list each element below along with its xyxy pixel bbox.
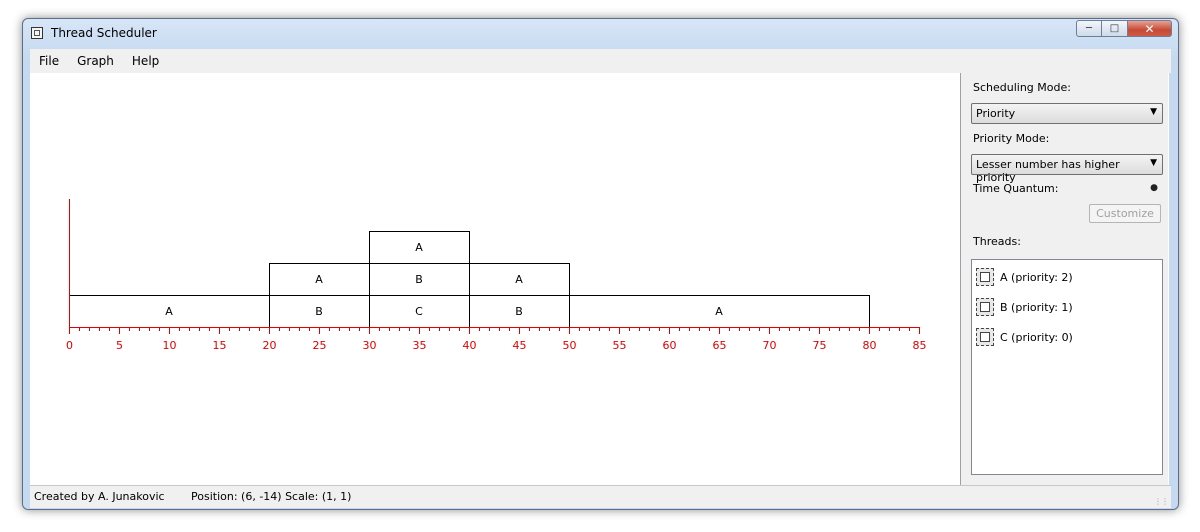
x-tick-label: 70 xyxy=(763,339,777,352)
gantt-block-label: A xyxy=(315,273,323,286)
resize-grip-icon[interactable]: ⋮⋮ xyxy=(1154,497,1169,506)
gantt-block-label: A xyxy=(415,241,423,254)
app-chip-icon xyxy=(31,27,43,39)
x-tick-label: 15 xyxy=(213,339,227,352)
x-tick-label: 60 xyxy=(663,339,677,352)
close-button[interactable]: ✕ xyxy=(1128,20,1172,37)
status-position-scale: Position: (6, -14) Scale: (1, 1) xyxy=(191,490,352,503)
thread-label: A (priority: 2) xyxy=(1000,270,1073,284)
status-bar: Created by A. Junakovic Position: (6, -1… xyxy=(30,485,1171,508)
x-tick-label: 75 xyxy=(813,339,827,352)
threads-list[interactable]: A (priority: 2) B (priority: 1) C (prior… xyxy=(971,259,1163,475)
maximize-icon: □ xyxy=(1109,23,1120,34)
settings-panel: Scheduling Mode: Priority ▼ Priority Mod… xyxy=(960,73,1168,485)
priority-mode-select[interactable]: Lesser number has higher priority ▼ xyxy=(971,154,1163,184)
menu-help[interactable]: Help xyxy=(123,54,168,68)
status-created-by: Created by A. Junakovic xyxy=(34,490,165,503)
x-tick-label: 55 xyxy=(613,339,627,352)
priority-mode-value: Lesser number has higher priority xyxy=(976,158,1120,184)
maximize-button[interactable]: □ xyxy=(1102,20,1128,37)
app-window: Thread Scheduler ─ □ ✕ File Graph Help A… xyxy=(22,18,1179,510)
spinner-icon[interactable]: ● xyxy=(1150,183,1158,193)
window-title: Thread Scheduler xyxy=(51,26,157,40)
chevron-down-icon: ▼ xyxy=(1150,107,1157,117)
thread-item-b[interactable]: B (priority: 1) xyxy=(976,296,1073,318)
x-tick-label: 50 xyxy=(563,339,577,352)
menu-file[interactable]: File xyxy=(30,54,68,68)
time-quantum-label: Time Quantum: xyxy=(973,182,1059,195)
minimize-icon: ─ xyxy=(1085,23,1093,34)
x-tick-label: 5 xyxy=(116,339,123,352)
gantt-block-label: A xyxy=(165,305,173,318)
minimize-button[interactable]: ─ xyxy=(1076,20,1102,37)
scheduling-mode-value: Priority xyxy=(976,107,1016,120)
scheduling-mode-select[interactable]: Priority ▼ xyxy=(971,103,1163,124)
menu-graph[interactable]: Graph xyxy=(68,54,123,68)
menu-bar: File Graph Help xyxy=(30,49,1171,73)
gantt-block-label: C xyxy=(415,305,423,318)
chevron-down-icon: ▼ xyxy=(1150,158,1157,168)
chip-icon xyxy=(976,268,994,286)
title-bar[interactable]: Thread Scheduler ─ □ ✕ xyxy=(23,19,1178,49)
x-tick-label: 65 xyxy=(713,339,727,352)
close-icon: ✕ xyxy=(1144,21,1155,36)
gantt-block-label: B xyxy=(315,305,323,318)
gantt-block-label: A xyxy=(515,273,523,286)
x-tick-label: 30 xyxy=(363,339,377,352)
scheduling-mode-label: Scheduling Mode: xyxy=(973,81,1071,94)
customize-button[interactable]: Customize xyxy=(1089,204,1161,223)
threads-label: Threads: xyxy=(973,235,1021,248)
x-tick-label: 0 xyxy=(66,339,73,352)
gantt-block-label: B xyxy=(415,273,423,286)
x-tick-label: 40 xyxy=(463,339,477,352)
x-tick-label: 85 xyxy=(913,339,927,352)
window-controls: ─ □ ✕ xyxy=(1076,20,1172,37)
thread-item-a[interactable]: A (priority: 2) xyxy=(976,266,1073,288)
priority-mode-label: Priority Mode: xyxy=(973,132,1050,145)
x-tick-label: 45 xyxy=(513,339,527,352)
chip-icon xyxy=(976,328,994,346)
thread-label: C (priority: 0) xyxy=(1000,330,1073,344)
x-tick-label: 80 xyxy=(863,339,877,352)
x-tick-label: 10 xyxy=(163,339,177,352)
x-tick-label: 25 xyxy=(313,339,327,352)
x-tick-label: 35 xyxy=(413,339,427,352)
x-tick-label: 20 xyxy=(263,339,277,352)
gantt-block-label: B xyxy=(515,305,523,318)
chip-icon xyxy=(976,298,994,316)
thread-label: B (priority: 1) xyxy=(1000,300,1073,314)
thread-item-c[interactable]: C (priority: 0) xyxy=(976,326,1073,348)
gantt-block-label: A xyxy=(715,305,723,318)
gantt-chart: A B C B A A B A A 0 5 10 15 20 25 30 35 40 45 50 55 60 65 70 75 8… xyxy=(66,199,927,352)
